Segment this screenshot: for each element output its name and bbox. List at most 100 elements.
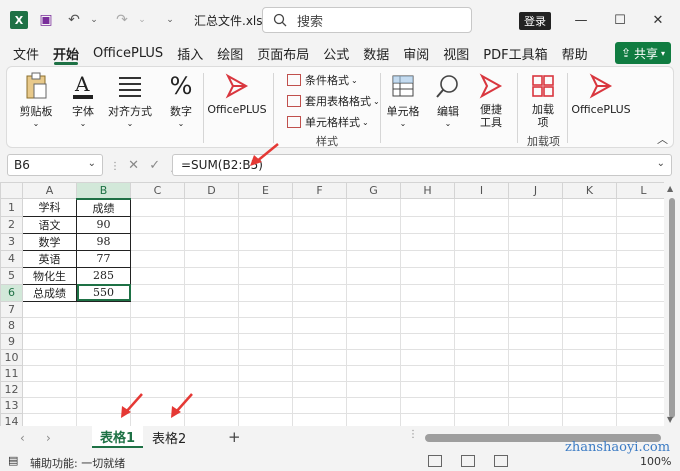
officeplus-button-2[interactable]: OfficePLUS bbox=[571, 71, 631, 116]
cell[interactable] bbox=[292, 249, 347, 268]
cell[interactable] bbox=[184, 283, 239, 302]
column-header[interactable]: C bbox=[130, 182, 185, 199]
cells-button[interactable]: 单元格 ⌄ bbox=[385, 71, 421, 128]
cell[interactable] bbox=[346, 232, 401, 251]
cell[interactable] bbox=[184, 232, 239, 251]
row-header[interactable]: 5 bbox=[0, 266, 23, 285]
cell[interactable] bbox=[130, 198, 185, 217]
quick-tools-button[interactable]: 便捷工具 bbox=[474, 71, 508, 129]
cell[interactable] bbox=[454, 215, 509, 234]
cell[interactable] bbox=[238, 396, 293, 414]
cell[interactable] bbox=[508, 215, 563, 234]
cell[interactable]: 77 bbox=[76, 249, 131, 268]
row-header[interactable]: 8 bbox=[0, 316, 23, 334]
cell[interactable] bbox=[508, 232, 563, 251]
cell[interactable] bbox=[400, 348, 455, 366]
cell[interactable] bbox=[130, 266, 185, 285]
cell[interactable] bbox=[130, 215, 185, 234]
tab-view[interactable]: 视图 bbox=[436, 40, 476, 66]
cell[interactable] bbox=[562, 332, 617, 350]
cell[interactable] bbox=[454, 283, 509, 302]
next-sheet-icon[interactable]: › bbox=[46, 431, 51, 445]
cell[interactable] bbox=[184, 316, 239, 334]
cell[interactable]: 语文 bbox=[22, 215, 77, 234]
cell[interactable] bbox=[508, 348, 563, 366]
cell[interactable] bbox=[76, 300, 131, 318]
cell[interactable] bbox=[22, 396, 77, 414]
cell[interactable] bbox=[346, 266, 401, 285]
cell[interactable] bbox=[562, 364, 617, 382]
cell[interactable] bbox=[508, 283, 563, 302]
more-options-icon[interactable]: ⋮ bbox=[110, 161, 120, 172]
cell[interactable] bbox=[346, 396, 401, 414]
addins-button[interactable]: 加载项 bbox=[525, 71, 561, 129]
cell[interactable] bbox=[400, 364, 455, 382]
cell[interactable] bbox=[616, 266, 671, 285]
cell[interactable]: 数学 bbox=[22, 232, 77, 251]
cell[interactable] bbox=[616, 215, 671, 234]
row-header[interactable]: 11 bbox=[0, 364, 23, 382]
tab-officeplus[interactable]: OfficePLUS bbox=[86, 40, 170, 66]
cell[interactable] bbox=[238, 249, 293, 268]
cell[interactable] bbox=[292, 215, 347, 234]
cell[interactable] bbox=[346, 348, 401, 366]
row-header[interactable]: 13 bbox=[0, 396, 23, 414]
name-box[interactable]: B6 ⌄ bbox=[7, 154, 103, 176]
column-header[interactable]: B bbox=[76, 182, 131, 200]
formula-input[interactable]: =SUM(B2:B5) ⌄ bbox=[172, 154, 672, 176]
cell[interactable] bbox=[616, 283, 671, 302]
cell[interactable] bbox=[346, 332, 401, 350]
redo-icon[interactable]: ↷ bbox=[112, 10, 132, 30]
cell[interactable] bbox=[292, 396, 347, 414]
cell[interactable] bbox=[238, 348, 293, 366]
chevron-down-icon[interactable]: ⌄ bbox=[88, 158, 96, 169]
cell[interactable] bbox=[616, 348, 671, 366]
prev-sheet-icon[interactable]: ‹ bbox=[20, 431, 25, 445]
quick-access-dropdown-icon[interactable]: ⌄ bbox=[160, 10, 180, 30]
cell[interactable] bbox=[238, 266, 293, 285]
cell[interactable] bbox=[76, 332, 131, 350]
scroll-thumb[interactable] bbox=[669, 198, 675, 418]
alignment-button[interactable]: 对齐方式 ⌄ bbox=[107, 71, 153, 128]
cell[interactable] bbox=[130, 332, 185, 350]
cell[interactable] bbox=[454, 332, 509, 350]
cell[interactable] bbox=[562, 249, 617, 268]
cell[interactable] bbox=[454, 380, 509, 398]
row-header[interactable]: 7 bbox=[0, 300, 23, 318]
undo-icon[interactable]: ↶ bbox=[64, 10, 84, 30]
cell[interactable] bbox=[616, 332, 671, 350]
scroll-down-icon[interactable]: ▼ bbox=[667, 415, 673, 424]
column-header[interactable]: K bbox=[562, 182, 617, 199]
cell[interactable] bbox=[562, 198, 617, 217]
check-icon[interactable]: ✓ bbox=[149, 158, 160, 173]
cell[interactable] bbox=[22, 364, 77, 382]
cell[interactable] bbox=[346, 198, 401, 217]
sheet-tab-2[interactable]: 表格2 bbox=[144, 426, 194, 448]
tab-pdf-tools[interactable]: PDF工具箱 bbox=[476, 40, 554, 66]
cell[interactable] bbox=[616, 364, 671, 382]
cell[interactable] bbox=[130, 316, 185, 334]
cell[interactable] bbox=[130, 364, 185, 382]
cell[interactable] bbox=[508, 412, 563, 426]
cell[interactable] bbox=[346, 215, 401, 234]
cell[interactable] bbox=[292, 380, 347, 398]
cell[interactable]: 学科 bbox=[22, 198, 77, 217]
cell[interactable] bbox=[400, 249, 455, 268]
cell[interactable]: 285 bbox=[76, 266, 131, 285]
cell[interactable] bbox=[562, 300, 617, 318]
cell[interactable] bbox=[184, 300, 239, 318]
cell[interactable] bbox=[22, 332, 77, 350]
accessibility-status[interactable]: 辅助功能: 一切就绪 bbox=[30, 455, 125, 471]
cell[interactable] bbox=[454, 412, 509, 426]
cell[interactable] bbox=[400, 300, 455, 318]
tab-draw[interactable]: 绘图 bbox=[210, 40, 250, 66]
cell[interactable] bbox=[22, 412, 77, 426]
collapse-ribbon-icon[interactable]: ︿ bbox=[657, 131, 668, 147]
cell[interactable] bbox=[238, 283, 293, 302]
edit-button[interactable]: 编辑 ⌄ bbox=[431, 71, 465, 128]
cell[interactable] bbox=[76, 364, 131, 382]
cell[interactable] bbox=[238, 316, 293, 334]
cell[interactable] bbox=[238, 215, 293, 234]
cell[interactable] bbox=[292, 198, 347, 217]
cell[interactable] bbox=[238, 380, 293, 398]
